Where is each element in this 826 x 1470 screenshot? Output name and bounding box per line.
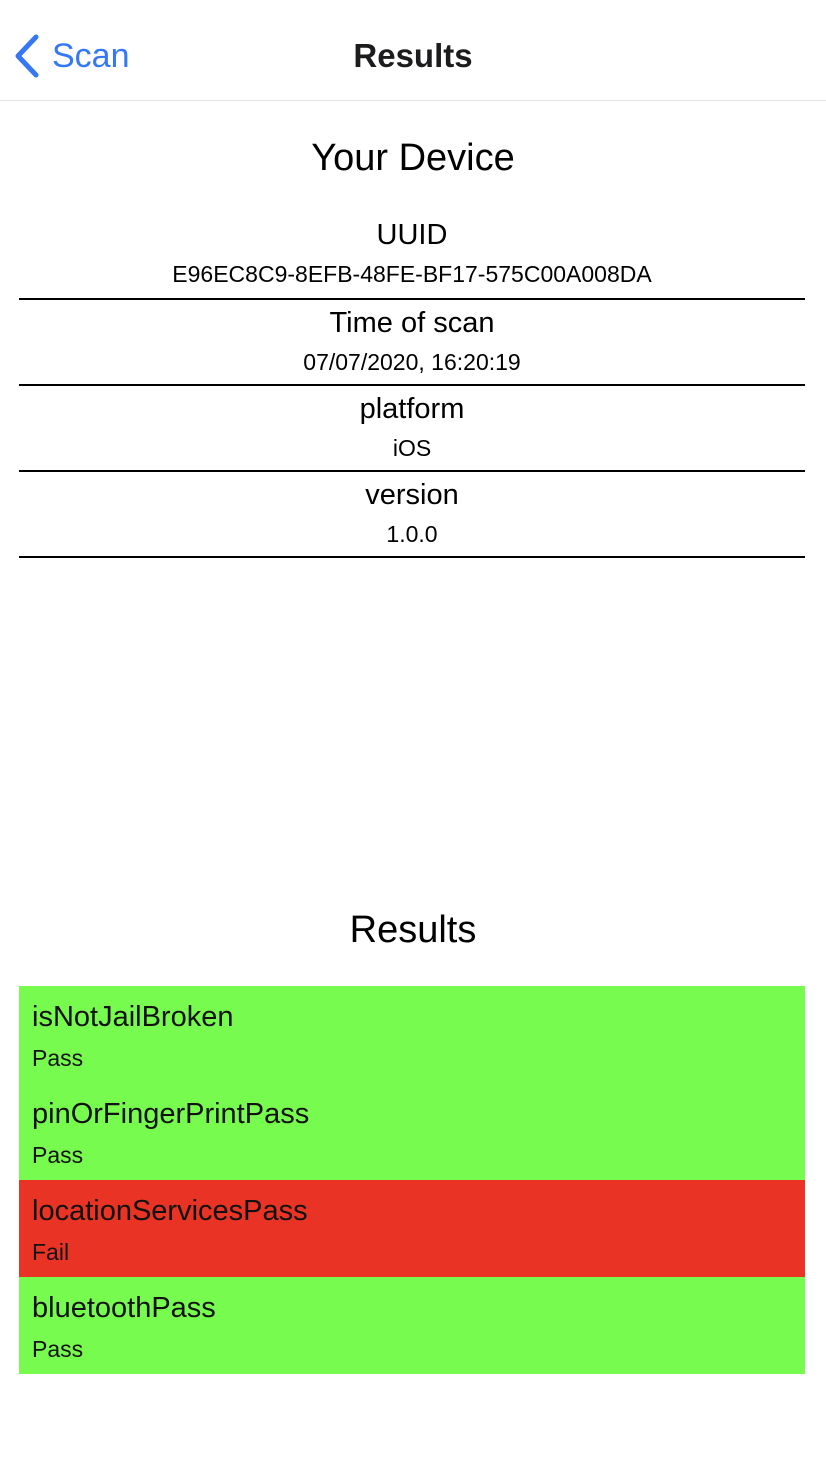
result-row-is-not-jail-broken: isNotJailBroken Pass (19, 986, 805, 1083)
result-status: Pass (32, 1336, 84, 1362)
result-row-location-services-pass: locationServicesPass Fail (19, 1180, 805, 1277)
result-row-bluetooth-pass: bluetoothPass Pass (19, 1277, 805, 1374)
result-status: Pass (32, 1142, 84, 1168)
info-row-uuid: UUID E96EC8C9-8EFB-48FE-BF17-575C00A008D… (19, 210, 805, 300)
info-row-platform: platform iOS (19, 386, 805, 472)
info-label: Time of scan (329, 307, 495, 339)
result-name: isNotJailBroken (32, 1001, 234, 1033)
navigation-bar: Scan Results (0, 0, 826, 101)
result-name: pinOrFingerPrintPass (32, 1098, 310, 1130)
result-name: bluetoothPass (32, 1292, 216, 1324)
result-row-pin-or-finger-print-pass: pinOrFingerPrintPass Pass (19, 1083, 805, 1180)
info-label: version (365, 479, 459, 511)
results-list: isNotJailBroken Pass pinOrFingerPrintPas… (19, 986, 805, 1374)
result-status: Pass (32, 1045, 84, 1071)
result-status: Fail (32, 1239, 70, 1265)
info-label: platform (359, 393, 465, 425)
results-section-title: Results (349, 909, 477, 951)
result-name: locationServicesPass (32, 1195, 308, 1227)
info-label: UUID (376, 219, 448, 251)
info-value: E96EC8C9-8EFB-48FE-BF17-575C00A008DA (172, 261, 652, 287)
info-value: 1.0.0 (386, 521, 438, 547)
device-section-title: Your Device (311, 137, 515, 179)
info-value: iOS (392, 435, 432, 461)
info-row-time-of-scan: Time of scan 07/07/2020, 16:20:19 (19, 300, 805, 386)
page-title: Results (353, 37, 473, 74)
info-value: 07/07/2020, 16:20:19 (303, 349, 521, 375)
info-row-version: version 1.0.0 (19, 472, 805, 558)
device-info-list: UUID E96EC8C9-8EFB-48FE-BF17-575C00A008D… (19, 210, 805, 558)
